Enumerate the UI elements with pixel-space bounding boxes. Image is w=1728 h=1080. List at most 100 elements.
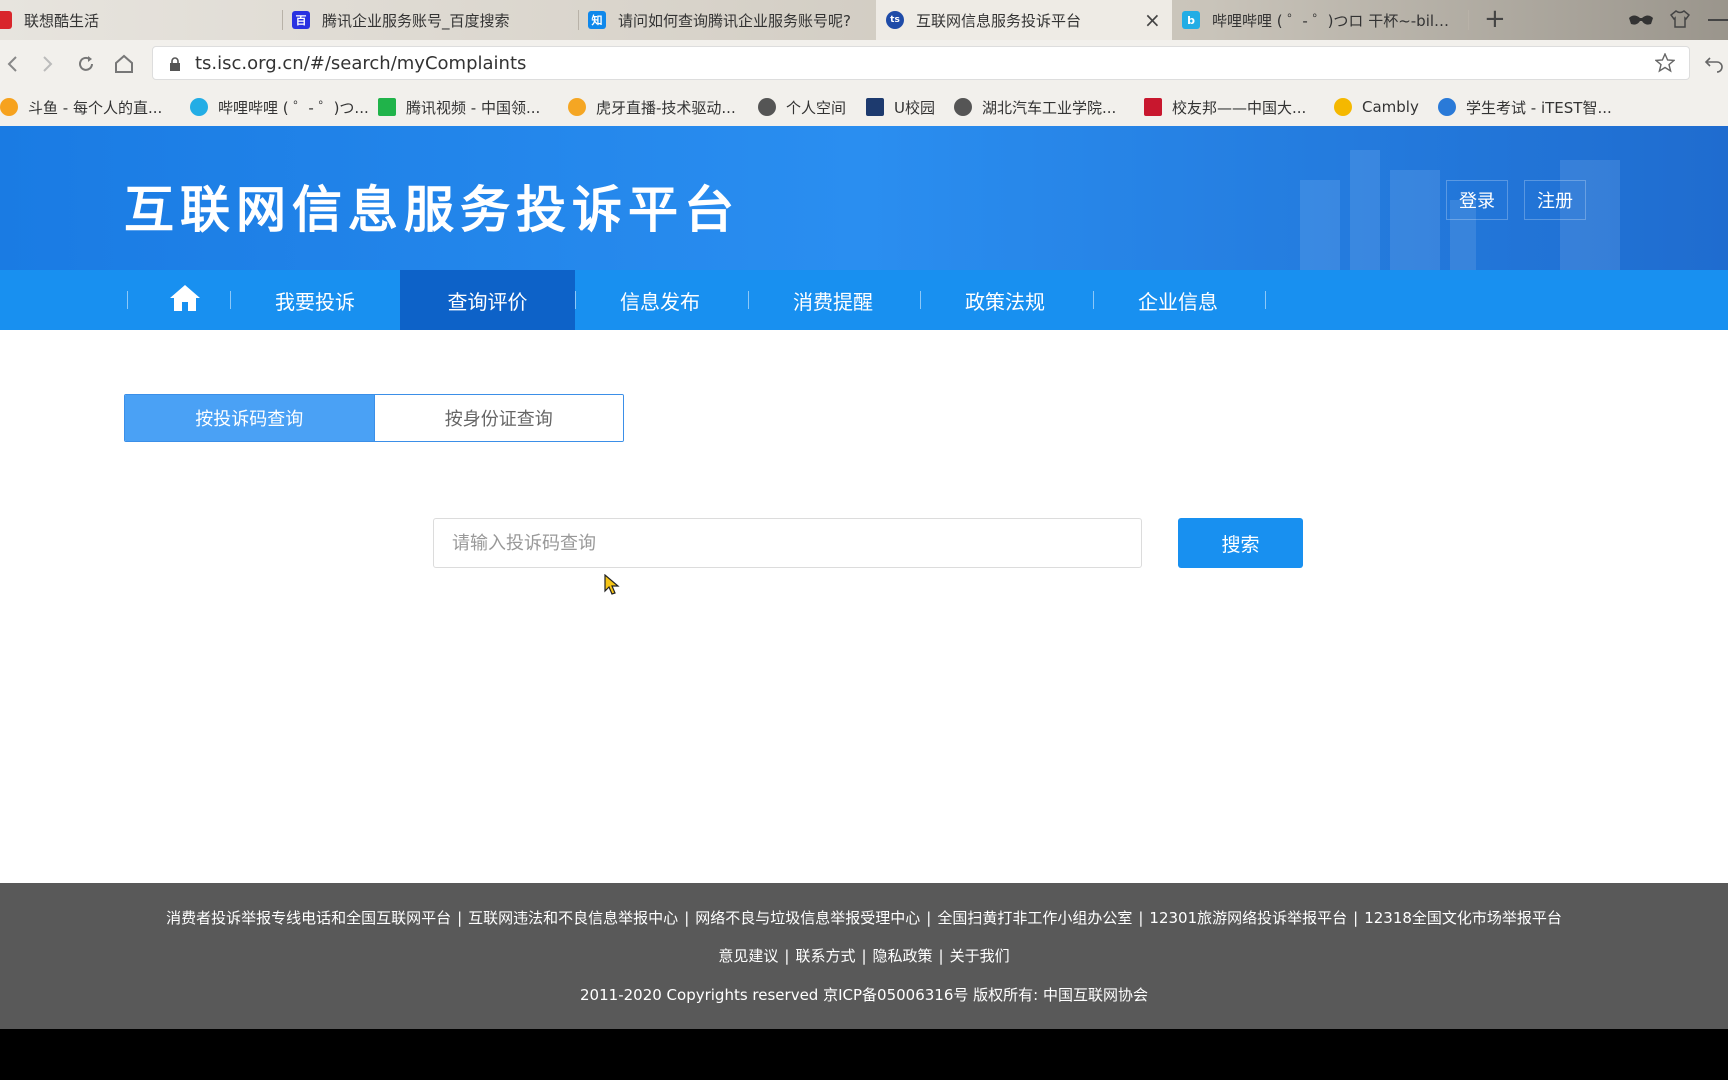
footer-link[interactable]: 全国扫黄打非工作小组办公室 bbox=[937, 909, 1132, 927]
bookmark-douyu[interactable]: 斗鱼 - 每个人的直... bbox=[0, 96, 162, 118]
bookmark-label: 湖北汽车工业学院... bbox=[982, 98, 1117, 117]
web-page: 互联网信息服务投诉平台 登录 注册 我要投诉 查询评价 信息发布 消费提醒 政策… bbox=[0, 126, 1728, 1029]
address-bar-row: ts.isc.org.cn/#/search/myComplaints bbox=[0, 40, 1728, 88]
bookmark-label: 斗鱼 - 每个人的直... bbox=[28, 98, 163, 117]
browser-tab-zhihu[interactable]: 知 请问如何查询腾讯企业服务账号呢? bbox=[578, 0, 876, 40]
bookmark-tencent-video[interactable]: 腾讯视频 - 中国领... bbox=[378, 96, 540, 118]
footer-links-row1: 消费者投诉举报专线电话和全国互联网平台 | 互联网违法和不良信息举报中心 | 网络不良与… bbox=[166, 909, 1562, 927]
forward-icon[interactable] bbox=[36, 52, 60, 76]
nav-label: 信息发布 bbox=[620, 289, 700, 314]
lock-icon bbox=[169, 56, 181, 71]
nav-label: 我要投诉 bbox=[275, 289, 355, 314]
reload-icon[interactable] bbox=[74, 52, 98, 76]
login-label: 登录 bbox=[1459, 191, 1495, 212]
login-button[interactable]: 登录 bbox=[1446, 180, 1508, 220]
footer-link[interactable]: 隐私政策 bbox=[873, 947, 933, 965]
new-tab-button[interactable]: + bbox=[1484, 4, 1506, 34]
bookmark-label: Cambly bbox=[1362, 98, 1419, 116]
close-tab-icon[interactable]: × bbox=[1144, 8, 1161, 32]
nav-label: 政策法规 bbox=[965, 289, 1045, 314]
footer-link[interactable]: 网络不良与垃圾信息举报受理中心 bbox=[695, 909, 920, 927]
minimize-icon[interactable] bbox=[1708, 19, 1728, 21]
tab-label: 按身份证查询 bbox=[444, 409, 553, 430]
browser-tab-ts-active[interactable]: ts 互联网信息服务投诉平台 × bbox=[876, 0, 1172, 40]
home-icon[interactable] bbox=[112, 52, 136, 76]
browser-tab-bilibili[interactable]: b 哔哩哔哩 ( ゜- ゜)つロ 干杯~-bilibili bbox=[1172, 0, 1468, 40]
footer-link[interactable]: 12301旅游网络投诉举报平台 bbox=[1149, 909, 1347, 927]
bookmark-itest[interactable]: 学生考试 - iTEST智... bbox=[1438, 96, 1612, 118]
bilibili-icon: b bbox=[1182, 11, 1200, 29]
nav-complain[interactable]: 我要投诉 bbox=[240, 270, 390, 330]
tab-label: 请问如何查询腾讯企业服务账号呢? bbox=[618, 11, 851, 30]
footer-copyright: 2011-2020 Copyrights reserved 京ICP备05006… bbox=[580, 986, 1148, 1004]
footer-link[interactable]: 消费者投诉举报专线电话和全国互联网平台 bbox=[166, 909, 451, 927]
main-nav: 我要投诉 查询评价 信息发布 消费提醒 政策法规 企业信息 bbox=[0, 270, 1728, 330]
url-text[interactable]: ts.isc.org.cn/#/search/myComplaints bbox=[195, 53, 526, 74]
bookmark-xiaoyoubang[interactable]: 校友邦——中国大... bbox=[1144, 96, 1306, 118]
search-button[interactable]: 搜索 bbox=[1178, 518, 1303, 568]
tab-by-complaint-code[interactable]: 按投诉码查询 bbox=[125, 395, 374, 441]
tab-label: 互联网信息服务投诉平台 bbox=[916, 11, 1082, 30]
cambly-icon bbox=[1334, 98, 1352, 116]
nav-enterprise-info[interactable]: 企业信息 bbox=[1103, 270, 1253, 330]
register-label: 注册 bbox=[1537, 191, 1573, 212]
bookmark-huya[interactable]: 虎牙直播-技术驱动... bbox=[568, 96, 736, 118]
query-type-tabs: 按投诉码查询 按身份证查询 bbox=[124, 394, 624, 442]
ts-icon: ts bbox=[886, 11, 904, 29]
itest-icon bbox=[1438, 98, 1456, 116]
back-icon[interactable] bbox=[0, 52, 24, 76]
browser-tab-baidu[interactable]: 百 腾讯企业服务账号_百度搜索 bbox=[282, 0, 578, 40]
zhihu-icon: 知 bbox=[588, 11, 606, 29]
bookmark-u-campus[interactable]: U校园 bbox=[866, 96, 935, 118]
douyu-icon bbox=[0, 98, 18, 116]
nav-home[interactable] bbox=[140, 270, 230, 330]
bookmarks-bar: 斗鱼 - 每个人的直... 哔哩哔哩 ( ゜- ゜)つ... 腾讯视频 - 中国… bbox=[0, 88, 1728, 127]
shirt-icon[interactable] bbox=[1669, 10, 1691, 28]
undo-icon[interactable] bbox=[1704, 54, 1724, 74]
nav-policy[interactable]: 政策法规 bbox=[930, 270, 1080, 330]
space-icon bbox=[758, 98, 776, 116]
nav-label: 查询评价 bbox=[447, 289, 528, 314]
footer-link[interactable]: 互联网违法和不良信息举报中心 bbox=[468, 909, 678, 927]
browser-tab-lenovo[interactable]: 联想酷生活 bbox=[0, 0, 282, 40]
school-icon bbox=[954, 98, 972, 116]
nav-query-review[interactable]: 查询评价 bbox=[400, 270, 575, 330]
tab-label: 哔哩哔哩 ( ゜- ゜)つロ 干杯~-bilibili bbox=[1212, 11, 1452, 30]
incognito-icon[interactable] bbox=[1628, 12, 1654, 26]
bookmark-label: 腾讯视频 - 中国领... bbox=[406, 98, 541, 117]
bookmark-label: U校园 bbox=[894, 98, 935, 117]
nav-label: 企业信息 bbox=[1138, 289, 1218, 314]
footer-link[interactable]: 联系方式 bbox=[795, 947, 855, 965]
url-bar[interactable]: ts.isc.org.cn/#/search/myComplaints bbox=[152, 46, 1690, 80]
star-bookmark-icon[interactable] bbox=[1654, 52, 1676, 73]
bookmark-label: 虎牙直播-技术驱动... bbox=[596, 98, 736, 117]
footer-links-row2: 意见建议 | 联系方式 | 隐私政策 | 关于我们 bbox=[718, 947, 1010, 965]
nav-consumer-alert[interactable]: 消费提醒 bbox=[758, 270, 908, 330]
bookmark-personal-space[interactable]: 个人空间 bbox=[758, 96, 846, 118]
baidu-icon: 百 bbox=[292, 11, 310, 29]
u-campus-icon bbox=[866, 98, 884, 116]
tab-label: 联想酷生活 bbox=[24, 11, 100, 30]
site-footer: 消费者投诉举报专线电话和全国互联网平台 | 互联网违法和不良信息举报中心 | 网络不良与… bbox=[0, 883, 1728, 1029]
bookmark-cambly[interactable]: Cambly bbox=[1334, 96, 1419, 118]
site-title: 互联网信息服务投诉平台 bbox=[124, 181, 740, 239]
tab-label: 腾讯企业服务账号_百度搜索 bbox=[322, 11, 510, 30]
search-label: 搜索 bbox=[1221, 533, 1260, 556]
xiaoyoubang-icon bbox=[1144, 98, 1162, 116]
nav-label: 消费提醒 bbox=[793, 289, 873, 314]
bookmark-hubei-auto[interactable]: 湖北汽车工业学院... bbox=[954, 96, 1116, 118]
tab-by-id-card[interactable]: 按身份证查询 bbox=[373, 395, 623, 441]
home-icon bbox=[169, 283, 201, 318]
bookmark-bilibili[interactable]: 哔哩哔哩 ( ゜- ゜)つ... bbox=[190, 96, 369, 118]
bilibili-icon bbox=[190, 98, 208, 116]
footer-link[interactable]: 关于我们 bbox=[950, 947, 1010, 965]
bookmark-label: 哔哩哔哩 ( ゜- ゜)つ... bbox=[218, 98, 369, 117]
nav-info-publish[interactable]: 信息发布 bbox=[585, 270, 735, 330]
register-button[interactable]: 注册 bbox=[1524, 180, 1586, 220]
complaint-code-input[interactable] bbox=[433, 518, 1142, 568]
footer-link[interactable]: 12318全国文化市场举报平台 bbox=[1364, 909, 1562, 927]
mouse-cursor-icon bbox=[604, 573, 620, 600]
bookmark-label: 个人空间 bbox=[786, 98, 847, 117]
footer-link[interactable]: 意见建议 bbox=[718, 947, 778, 965]
browser-tab-bar: 联想酷生活 百 腾讯企业服务账号_百度搜索 知 请问如何查询腾讯企业服务账号呢?… bbox=[0, 0, 1728, 40]
